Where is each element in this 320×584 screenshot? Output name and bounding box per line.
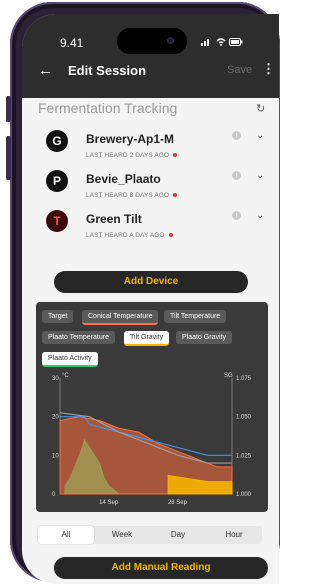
- status-time: 9.41: [60, 36, 84, 50]
- y2-tick-label: 1.025: [236, 453, 252, 459]
- device-name: Bevie_Plaato: [86, 172, 161, 186]
- page-title: Edit Session: [68, 63, 147, 78]
- range-tab-week[interactable]: Week: [94, 526, 150, 544]
- y2-tick-label: 1.000: [236, 492, 252, 498]
- save-button[interactable]: Save: [227, 64, 252, 76]
- range-tab-hour[interactable]: Hour: [206, 526, 262, 544]
- device-name: Brewery-Ap1-M: [86, 132, 175, 146]
- more-options-icon[interactable]: ⋮: [262, 62, 275, 75]
- fermentation-chart: °C SG 0 10 20 30 1.000 1.025 1.050 1.075 14 Sep 28 …: [52, 373, 252, 506]
- chip-plaato-temperature[interactable]: Plaato Temperature: [42, 331, 115, 344]
- phone-side-button: [6, 136, 11, 180]
- y-tick-label: 20: [52, 415, 59, 421]
- chip-plaato-activity[interactable]: Plaato Activity: [42, 352, 98, 367]
- range-tab-all[interactable]: All: [38, 526, 94, 544]
- app-bar: 9.41 ← Edit Session Save ⋮: [22, 14, 279, 98]
- info-icon[interactable]: i: [232, 211, 241, 220]
- chip-conical-temperature[interactable]: Conical Temperature: [82, 310, 159, 325]
- device-item-bevie[interactable]: P Bevie_Plaato LAST HEARD 8 DAYS AGO i ⌄: [46, 170, 278, 210]
- y2-tick-label: 1.075: [236, 376, 252, 382]
- back-arrow-icon[interactable]: ←: [38, 62, 53, 79]
- refresh-icon[interactable]: ↻: [256, 102, 265, 115]
- camera-icon: [167, 37, 174, 44]
- add-manual-reading-button[interactable]: Add Manual Reading: [54, 557, 268, 579]
- chevron-down-icon[interactable]: ⌄: [256, 210, 264, 221]
- status-dot-icon: [168, 233, 173, 238]
- screen: 9.41 ← Edit Session Save ⋮ Fermentation …: [22, 14, 279, 584]
- range-selector: All Week Day Hour: [38, 526, 262, 544]
- status-icons: [201, 38, 243, 46]
- device-logo-icon: T: [46, 210, 68, 232]
- chart-card: Target Conical Temperature Tilt Temperat…: [36, 302, 268, 512]
- x-tick-label: 14 Sep: [99, 500, 119, 506]
- section-title: Fermentation Tracking: [38, 100, 178, 116]
- y-tick-label: 10: [52, 453, 59, 459]
- info-icon[interactable]: i: [232, 171, 241, 180]
- signal-icon: [201, 39, 209, 46]
- chip-target[interactable]: Target: [42, 310, 74, 323]
- info-icon[interactable]: i: [232, 131, 241, 140]
- device-name: Green Tilt: [86, 212, 142, 226]
- chip-tilt-gravity[interactable]: Tilt Gravity: [124, 331, 170, 346]
- device-last-heard: LAST HEARD 8 DAYS AGO: [86, 192, 178, 199]
- y2-tick-label: 1.050: [236, 415, 252, 421]
- y2-axis-label: SG: [224, 373, 233, 379]
- status-dot-icon: [173, 193, 178, 198]
- device-item-brewery[interactable]: G Brewery-Ap1-M LAST HEARD 2 DAYS AGO i …: [46, 130, 278, 170]
- battery-icon: [229, 38, 243, 46]
- device-item-green-tilt[interactable]: T Green Tilt LAST HEARD A DAY AGO i ⌄: [46, 210, 278, 250]
- chip-tilt-temperature[interactable]: Tilt Temperature: [164, 310, 227, 323]
- wifi-icon: [216, 38, 226, 46]
- device-logo-icon: P: [46, 170, 68, 192]
- phone-side-button: [6, 96, 11, 122]
- chevron-down-icon[interactable]: ⌄: [256, 130, 264, 141]
- status-dot-icon: [173, 153, 178, 158]
- device-last-heard: LAST HEARD 2 DAYS AGO: [86, 152, 178, 159]
- y-tick-label: 0: [52, 492, 56, 498]
- camera-notch: [117, 28, 187, 54]
- device-logo-icon: G: [46, 130, 68, 152]
- y-tick-label: 30: [52, 376, 59, 382]
- chevron-down-icon[interactable]: ⌄: [256, 170, 264, 181]
- x-tick-label: 28 Sep: [168, 500, 188, 506]
- device-last-heard: LAST HEARD A DAY AGO: [86, 232, 173, 239]
- y-axis-label: °C: [62, 373, 69, 379]
- range-tab-day[interactable]: Day: [150, 526, 206, 544]
- chip-plaato-gravity[interactable]: Plaato Gravity: [176, 331, 232, 344]
- add-device-button[interactable]: Add Device: [54, 271, 248, 293]
